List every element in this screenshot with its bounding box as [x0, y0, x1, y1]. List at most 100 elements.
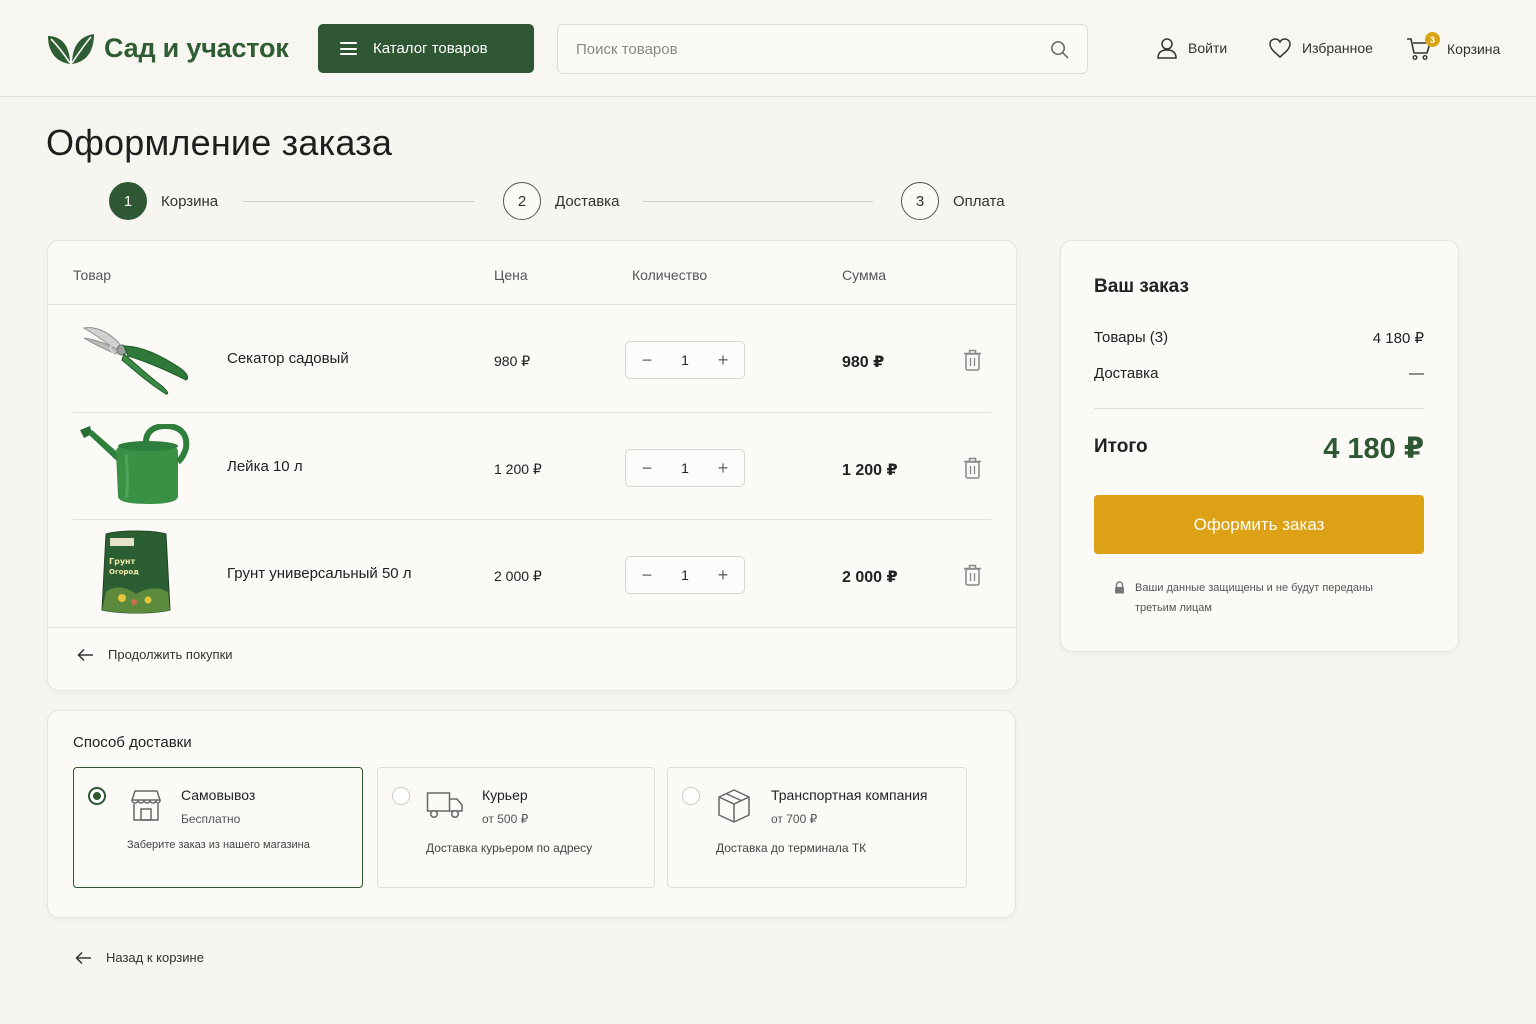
checkout-button[interactable]: Оформить заказ	[1094, 495, 1424, 554]
leaf-logo-icon	[48, 34, 94, 64]
bag-label-garden: Огород	[109, 568, 139, 576]
delivery-title: Способ доставки	[73, 734, 192, 751]
delivery-option-description: Заберите заказ из нашего магазина	[127, 839, 310, 851]
delivery-option-courier[interactable]: Курьер от 500 ₽ Доставка курьером по адр…	[377, 767, 655, 888]
delivery-option-name: Самовывоз	[181, 787, 256, 803]
column-header-price: Цена	[494, 267, 528, 283]
summary-items-label: Товары (3)	[1094, 329, 1169, 346]
step-delivery[interactable]: 2 Доставка	[503, 182, 619, 220]
product-sum: 980 ₽	[842, 354, 885, 371]
product-sum: 2 000 ₽	[842, 569, 898, 586]
user-icon	[1157, 38, 1177, 59]
cart-icon-wrap: 3	[1406, 32, 1440, 61]
radio-button[interactable]	[682, 787, 700, 805]
summary-divider	[1094, 408, 1424, 409]
row-divider	[73, 412, 991, 413]
step-label: Оплата	[953, 192, 1005, 210]
quantity-stepper: − 1 +	[625, 449, 745, 487]
favorites-link[interactable]: Избранное	[1268, 37, 1373, 59]
continue-shopping-label: Продолжить покупки	[108, 647, 233, 662]
header: Сад и участок Каталог товаров Войти Избр…	[0, 0, 1536, 97]
continue-shopping-link[interactable]: Продолжить покупки	[77, 647, 233, 662]
watering-can-image	[80, 424, 190, 504]
total-value: 4 180 ₽	[1323, 433, 1424, 465]
truck-icon	[426, 792, 463, 819]
quantity-stepper: − 1 +	[625, 341, 745, 379]
column-header-sum: Сумма	[842, 267, 886, 283]
cart-count-badge: 3	[1425, 32, 1440, 47]
radio-button[interactable]	[392, 787, 410, 805]
menu-icon	[340, 42, 357, 55]
delivery-option-pickup[interactable]: Самовывоз Бесплатно Заберите заказ из на…	[73, 767, 363, 888]
logo[interactable]: Сад и участок	[46, 30, 289, 66]
quantity-value[interactable]: 1	[681, 352, 689, 368]
delivery-option-description: Доставка до терминала ТК	[716, 841, 867, 855]
header-divider	[48, 304, 1016, 305]
step-number: 1	[109, 182, 147, 220]
product-price: 1 200 ₽	[494, 461, 542, 477]
summary-items-value: 4 180 ₽	[1372, 330, 1424, 347]
product-name[interactable]: Секатор садовый	[227, 350, 349, 367]
step-cart[interactable]: 1 Корзина	[109, 182, 218, 220]
quantity-value[interactable]: 1	[681, 567, 689, 583]
row-divider	[73, 519, 991, 520]
product-price: 980 ₽	[494, 353, 531, 369]
increase-quantity-button[interactable]: +	[714, 459, 732, 477]
search-icon[interactable]	[1050, 40, 1069, 59]
back-to-cart-link[interactable]: Назад к корзине	[75, 950, 204, 965]
product-name[interactable]: Лейка 10 л	[227, 458, 303, 475]
page-title: Оформление заказа	[46, 122, 393, 163]
logo-text: Сад и участок	[104, 32, 289, 63]
column-header-quantity: Количество	[632, 267, 708, 283]
login-label: Войти	[1188, 40, 1228, 56]
product-sum: 1 200 ₽	[842, 462, 898, 479]
step-connector	[243, 201, 474, 202]
step-label: Доставка	[555, 192, 620, 210]
delivery-option-description: Доставка курьером по адресу	[426, 841, 593, 855]
quantity-value[interactable]: 1	[681, 460, 689, 476]
summary-title: Ваш заказ	[1094, 276, 1189, 297]
step-number: 2	[503, 182, 541, 220]
summary-delivery-row: Доставка —	[1094, 365, 1424, 382]
favorites-label: Избранное	[1302, 40, 1373, 56]
step-label: Корзина	[161, 192, 219, 210]
delivery-option-transport[interactable]: Транспортная компания от 700 ₽ Доставка …	[667, 767, 967, 888]
step-payment[interactable]: 3 Оплата	[901, 182, 1005, 220]
trash-icon[interactable]	[963, 349, 982, 371]
box-icon	[718, 789, 750, 823]
security-note-text: Ваши данные защищены и не будут переданы…	[1135, 582, 1373, 614]
arrow-left-icon	[77, 648, 93, 661]
delivery-option-name: Курьер	[482, 787, 528, 803]
summary-items-row: Товары (3) 4 180 ₽	[1094, 329, 1424, 347]
heart-icon	[1269, 38, 1291, 58]
row-divider	[48, 627, 1016, 628]
radio-button[interactable]	[88, 787, 106, 805]
catalog-button-label: Каталог товаров	[373, 40, 488, 57]
back-to-cart-label: Назад к корзине	[106, 950, 204, 965]
catalog-button[interactable]: Каталог товаров	[318, 24, 534, 73]
step-connector	[642, 201, 873, 202]
quantity-stepper: − 1 +	[625, 556, 745, 594]
product-name[interactable]: Грунт универсальный 50 л	[227, 565, 412, 582]
cart-link[interactable]: 3 Корзина	[1406, 32, 1501, 61]
search-input[interactable]	[576, 25, 1036, 73]
decrease-quantity-button[interactable]: −	[638, 459, 656, 477]
delivery-option-price: от 700 ₽	[771, 812, 818, 826]
trash-icon[interactable]	[963, 564, 982, 586]
security-note: Ваши данные защищены и не будут переданы…	[1114, 578, 1414, 618]
trash-icon[interactable]	[963, 457, 982, 479]
store-icon	[130, 790, 162, 821]
bag-label-soil: Грунт	[109, 557, 136, 566]
delivery-option-price: от 500 ₽	[482, 812, 529, 826]
arrow-left-icon	[75, 951, 91, 964]
cart-label: Корзина	[1447, 41, 1501, 57]
step-number: 3	[901, 182, 939, 220]
delivery-option-name: Транспортная компания	[771, 787, 928, 803]
increase-quantity-button[interactable]: +	[714, 351, 732, 369]
product-price: 2 000 ₽	[494, 568, 542, 584]
decrease-quantity-button[interactable]: −	[638, 566, 656, 584]
decrease-quantity-button[interactable]: −	[638, 351, 656, 369]
increase-quantity-button[interactable]: +	[714, 566, 732, 584]
delivery-option-price: Бесплатно	[181, 812, 241, 826]
login-link[interactable]: Войти	[1156, 37, 1227, 59]
